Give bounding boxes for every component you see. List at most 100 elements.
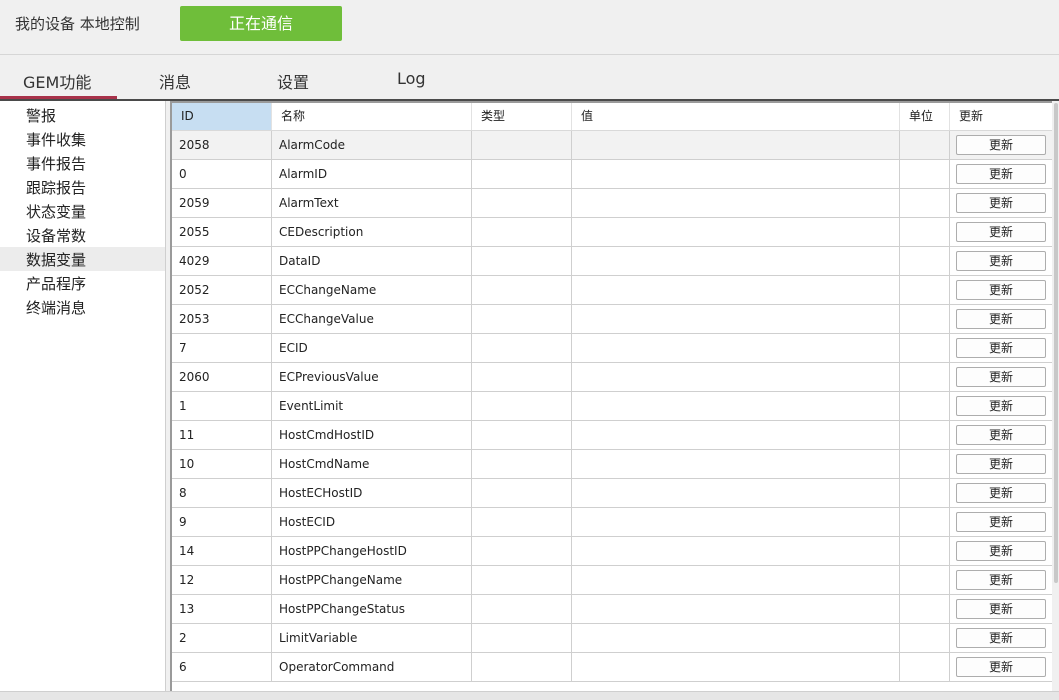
cell-type [472, 508, 572, 536]
cell-name: OperatorCommand [272, 653, 472, 681]
cell-id: 13 [172, 595, 272, 623]
cell-id: 2055 [172, 218, 272, 246]
table-row[interactable]: 9 HostECID 更新 [172, 508, 1052, 537]
cell-unit [900, 450, 950, 478]
table-row[interactable]: 2059 AlarmText 更新 [172, 189, 1052, 218]
scrollbar-thumb[interactable] [1054, 103, 1058, 583]
app-header: 我的设备 本地控制 正在通信 [0, 0, 1059, 55]
cell-name: CEDescription [272, 218, 472, 246]
cell-type [472, 653, 572, 681]
update-button[interactable]: 更新 [956, 483, 1046, 503]
sidebar-item-label: 事件报告 [26, 155, 87, 173]
update-button[interactable]: 更新 [956, 309, 1046, 329]
data-variables-table: ID 名称 类型 值 单位 更新 2058 AlarmCode 更新 0 AlarmID… [170, 101, 1052, 693]
cell-value [572, 131, 900, 159]
tab-gem-functions[interactable]: GEM功能 [23, 69, 91, 93]
tab-messages[interactable]: 消息 [159, 69, 191, 93]
cell-name: ECPreviousValue [272, 363, 472, 391]
main-tabs: GEM功能 消息 设置 Log [0, 55, 1059, 101]
table-row[interactable]: 8 HostECHostID 更新 [172, 479, 1052, 508]
cell-type [472, 218, 572, 246]
cell-value [572, 160, 900, 188]
sidebar-item-event-collection[interactable]: 事件收集 [0, 127, 165, 151]
table-row[interactable]: 0 AlarmID 更新 [172, 160, 1052, 189]
update-button[interactable]: 更新 [956, 657, 1046, 677]
cell-value [572, 537, 900, 565]
sidebar-item-status-variables[interactable]: 状态变量 [0, 199, 165, 223]
cell-id: 2058 [172, 131, 272, 159]
cell-name: ECChangeName [272, 276, 472, 304]
table-row[interactable]: 4029 DataID 更新 [172, 247, 1052, 276]
sidebar-item-label: 事件收集 [26, 131, 87, 149]
table-header: ID 名称 类型 值 单位 更新 [172, 103, 1052, 131]
table-row[interactable]: 2 LimitVariable 更新 [172, 624, 1052, 653]
column-header-update[interactable]: 更新 [950, 103, 1052, 130]
table-row[interactable]: 1 EventLimit 更新 [172, 392, 1052, 421]
cell-value [572, 566, 900, 594]
update-button[interactable]: 更新 [956, 164, 1046, 184]
tab-settings[interactable]: 设置 [277, 69, 309, 93]
table-row[interactable]: 7 ECID 更新 [172, 334, 1052, 363]
cell-value [572, 334, 900, 362]
column-header-type[interactable]: 类型 [472, 103, 572, 130]
device-title: 我的设备 本地控制 [15, 15, 140, 33]
cell-name: HostCmdName [272, 450, 472, 478]
update-button[interactable]: 更新 [956, 367, 1046, 387]
table-row[interactable]: 13 HostPPChangeStatus 更新 [172, 595, 1052, 624]
update-button[interactable]: 更新 [956, 454, 1046, 474]
update-button[interactable]: 更新 [956, 280, 1046, 300]
update-button[interactable]: 更新 [956, 541, 1046, 561]
table-row[interactable]: 2060 ECPreviousValue 更新 [172, 363, 1052, 392]
sidebar-item-event-reports[interactable]: 事件报告 [0, 151, 165, 175]
cell-name: HostECHostID [272, 479, 472, 507]
cell-value [572, 247, 900, 275]
table-row[interactable]: 11 HostCmdHostID 更新 [172, 421, 1052, 450]
table-row[interactable]: 2053 ECChangeValue 更新 [172, 305, 1052, 334]
update-button[interactable]: 更新 [956, 570, 1046, 590]
update-button[interactable]: 更新 [956, 135, 1046, 155]
sidebar-item-alarms[interactable]: 警报 [0, 103, 165, 127]
cell-unit [900, 218, 950, 246]
update-button[interactable]: 更新 [956, 396, 1046, 416]
column-header-id[interactable]: ID [172, 103, 272, 130]
cell-unit [900, 624, 950, 652]
update-button[interactable]: 更新 [956, 338, 1046, 358]
update-button[interactable]: 更新 [956, 222, 1046, 242]
cell-id: 7 [172, 334, 272, 362]
cell-id: 10 [172, 450, 272, 478]
column-header-value[interactable]: 值 [572, 103, 900, 130]
cell-value [572, 653, 900, 681]
column-header-unit[interactable]: 单位 [900, 103, 950, 130]
cell-id: 12 [172, 566, 272, 594]
cell-name: HostPPChangeName [272, 566, 472, 594]
cell-id: 2059 [172, 189, 272, 217]
table-row[interactable]: 14 HostPPChangeHostID 更新 [172, 537, 1052, 566]
column-header-name[interactable]: 名称 [272, 103, 472, 130]
table-row[interactable]: 6 OperatorCommand 更新 [172, 653, 1052, 682]
cell-id: 2052 [172, 276, 272, 304]
tab-log[interactable]: Log [397, 69, 426, 88]
update-button[interactable]: 更新 [956, 425, 1046, 445]
update-button[interactable]: 更新 [956, 251, 1046, 271]
cell-value [572, 595, 900, 623]
sidebar-item-terminal-messages[interactable]: 终端消息 [0, 295, 165, 319]
sidebar-item-trace-reports[interactable]: 跟踪报告 [0, 175, 165, 199]
update-button[interactable]: 更新 [956, 512, 1046, 532]
update-button[interactable]: 更新 [956, 193, 1046, 213]
sidebar-item-equipment-constants[interactable]: 设备常数 [0, 223, 165, 247]
table-row[interactable]: 12 HostPPChangeName 更新 [172, 566, 1052, 595]
table-row[interactable]: 2052 ECChangeName 更新 [172, 276, 1052, 305]
table-row[interactable]: 2055 CEDescription 更新 [172, 218, 1052, 247]
sidebar-item-data-variables[interactable]: 数据变量 [0, 247, 165, 271]
cell-value [572, 508, 900, 536]
update-button[interactable]: 更新 [956, 599, 1046, 619]
cell-id: 14 [172, 537, 272, 565]
cell-value [572, 450, 900, 478]
update-button[interactable]: 更新 [956, 628, 1046, 648]
communication-status-button[interactable]: 正在通信 [180, 6, 342, 41]
sidebar-item-process-programs[interactable]: 产品程序 [0, 271, 165, 295]
table-row[interactable]: 10 HostCmdName 更新 [172, 450, 1052, 479]
cell-id: 9 [172, 508, 272, 536]
cell-type [472, 189, 572, 217]
table-row[interactable]: 2058 AlarmCode 更新 [172, 131, 1052, 160]
